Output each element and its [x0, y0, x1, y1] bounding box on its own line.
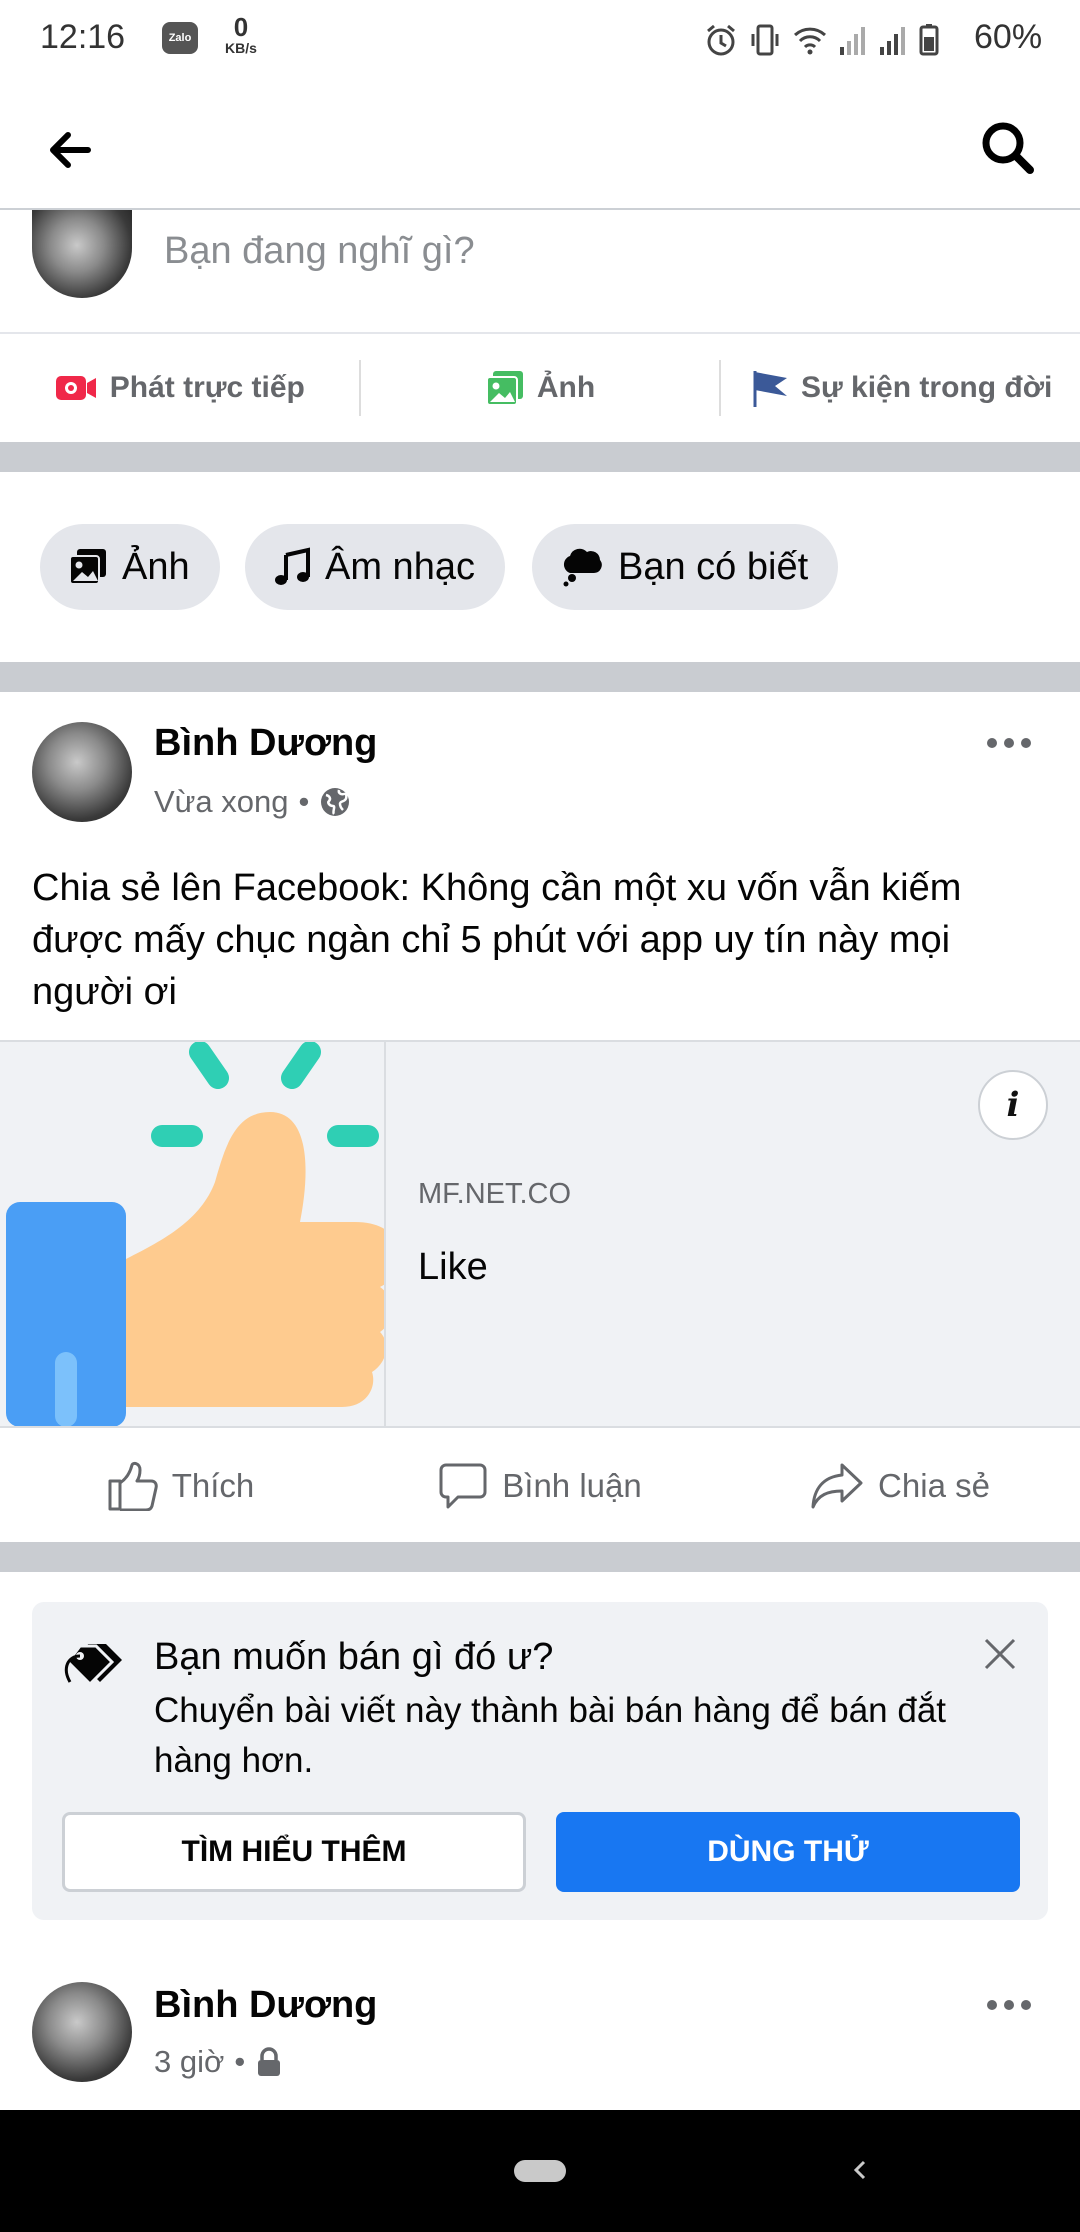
more-horizontal-icon — [987, 738, 1031, 748]
link-thumbnail — [0, 1042, 386, 1426]
photo-button[interactable]: Ảnh — [361, 358, 720, 418]
learn-more-button[interactable]: TÌM HIỂU THÊM — [62, 1812, 526, 1892]
chip-photo-label: Ảnh — [122, 545, 190, 588]
status-bar: 12:16 Zalo 0 KB/s 60% — [0, 0, 1080, 80]
post-author[interactable]: Bình Dương — [154, 1984, 377, 2027]
system-back-button[interactable] — [846, 2152, 872, 2188]
promo-title: Bạn muốn bán gì đó ư? — [154, 1636, 554, 1678]
meta-separator: • — [298, 784, 310, 819]
network-speed-value: 0 — [233, 12, 249, 42]
price-tag-icon — [64, 1644, 122, 1687]
battery-icon — [919, 24, 939, 56]
network-speed-unit: KB/s — [225, 40, 257, 56]
avatar[interactable] — [32, 210, 132, 298]
life-event-button[interactable]: Sự kiện trong đời — [721, 358, 1080, 418]
sell-promo-card: Bạn muốn bán gì đó ư? Chuyển bài viết nà… — [32, 1602, 1048, 1920]
signal-2-icon — [880, 27, 905, 55]
network-speed: 0 KB/s — [216, 14, 266, 56]
chip-photo[interactable]: Ảnh — [40, 524, 220, 610]
ad-info-button[interactable]: i — [978, 1070, 1048, 1140]
post-author[interactable]: Bình Dương — [154, 722, 377, 765]
live-video-button[interactable]: Phát trực tiếp — [0, 358, 359, 418]
avatar[interactable] — [32, 722, 132, 822]
battery-percent: 60% — [974, 18, 1043, 56]
post-meta: 3 giờ • — [154, 2044, 283, 2080]
section-separator — [0, 662, 1080, 692]
status-icons — [704, 20, 940, 60]
share-icon — [811, 1463, 863, 1509]
more-horizontal-icon — [987, 2000, 1031, 2010]
meta-separator: • — [234, 2044, 246, 2079]
status-time: 12:16 — [40, 18, 126, 56]
photo-icon — [485, 371, 523, 406]
photo-icon — [69, 549, 106, 585]
promo-description: Chuyển bài viết này thành bài bán hàng đ… — [154, 1691, 947, 1780]
composer-placeholder[interactable]: Bạn đang nghĩ gì? — [164, 230, 475, 273]
chip-did-you-know-label: Bạn có biết — [618, 545, 809, 588]
zalo-notification-icon: Zalo — [162, 22, 198, 54]
back-button[interactable] — [40, 120, 100, 180]
chip-did-you-know[interactable]: Bạn có biết — [532, 524, 839, 610]
live-video-icon — [55, 376, 96, 400]
link-preview-card[interactable]: MF.NET.CO Like i — [0, 1040, 1080, 1428]
link-title: Like — [418, 1246, 488, 1288]
more-options-button[interactable] — [984, 728, 1034, 758]
thumbs-up-illustration — [6, 1042, 384, 1426]
post-time[interactable]: Vừa xong — [154, 784, 289, 820]
arrow-left-icon — [50, 132, 91, 168]
thought-bubble-icon — [563, 548, 602, 587]
post-meta: Vừa xong • — [154, 784, 351, 820]
comment-icon — [439, 1463, 487, 1509]
post-actions: Thích Bình luận Chia sẻ — [0, 1430, 1080, 1542]
link-domain: MF.NET.CO — [418, 1178, 572, 1210]
more-options-button[interactable] — [984, 1990, 1034, 2020]
chip-music[interactable]: Âm nhạc — [245, 524, 505, 610]
close-button[interactable] — [980, 1634, 1020, 1674]
system-navigation-bar — [0, 2110, 1080, 2232]
top-navigation — [0, 80, 1080, 210]
live-video-label: Phát trực tiếp — [109, 371, 305, 404]
search-button[interactable] — [976, 116, 1040, 180]
lock-icon — [258, 2047, 281, 2076]
chevron-left-icon — [853, 2160, 866, 2180]
thumbs-up-icon — [108, 1461, 158, 1511]
signal-icon — [840, 27, 865, 55]
share-label: Chia sẻ — [878, 1467, 990, 1504]
like-button[interactable]: Thích — [0, 1461, 360, 1511]
search-icon — [982, 122, 1034, 174]
section-separator — [0, 442, 1080, 472]
life-event-label: Sự kiện trong đời — [800, 371, 1053, 404]
flag-icon — [753, 371, 787, 407]
globe-icon — [321, 788, 350, 816]
comment-label: Bình luận — [502, 1467, 642, 1504]
vibrate-icon — [751, 24, 779, 56]
try-button[interactable]: DÙNG THỬ — [556, 1812, 1020, 1892]
comment-button[interactable]: Bình luận — [360, 1461, 720, 1511]
music-note-icon — [275, 547, 310, 585]
share-button[interactable]: Chia sẻ — [720, 1461, 1080, 1511]
post-composer[interactable]: Bạn đang nghĩ gì? — [0, 210, 1080, 332]
home-pill[interactable] — [514, 2160, 566, 2182]
avatar[interactable] — [32, 1982, 132, 2082]
composer-chips: Ảnh Âm nhạc Bạn có biết — [0, 472, 1080, 662]
post-text: Chia sẻ lên Facebook: Không cần một xu v… — [32, 867, 962, 1013]
alarm-icon — [707, 24, 735, 56]
photo-label: Ảnh — [536, 371, 596, 404]
composer-actions: Phát trực tiếp Ảnh Sự kiện trong đời — [0, 332, 1080, 442]
close-icon — [984, 1638, 1016, 1670]
section-separator — [0, 1542, 1080, 1572]
chip-music-label: Âm nhạc — [325, 545, 475, 588]
wifi-icon — [793, 27, 827, 55]
post-time[interactable]: 3 giờ — [154, 2044, 224, 2080]
like-label: Thích — [171, 1467, 255, 1504]
